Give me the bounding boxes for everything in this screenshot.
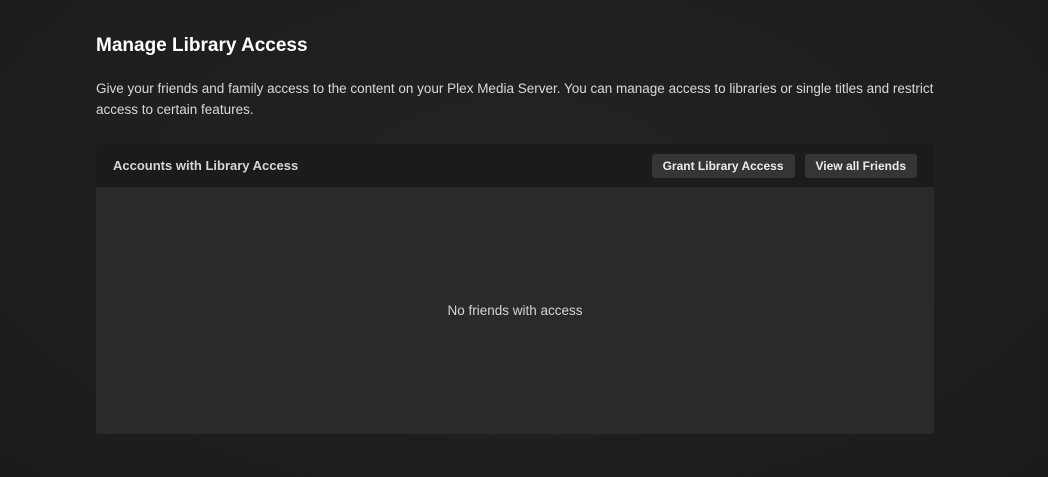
panel-header: Accounts with Library Access Grant Libra… (96, 144, 934, 187)
page: Manage Library Access Give your friends … (0, 0, 1048, 477)
main-content: Manage Library Access Give your friends … (96, 34, 934, 434)
view-all-friends-button[interactable]: View all Friends (804, 153, 917, 178)
library-access-panel: Accounts with Library Access Grant Libra… (96, 144, 934, 434)
empty-state-message: No friends with access (447, 303, 583, 318)
panel-body: No friends with access (96, 187, 934, 434)
panel-actions: Grant Library Access View all Friends (651, 153, 917, 178)
panel-title: Accounts with Library Access (113, 158, 299, 173)
grant-library-access-button[interactable]: Grant Library Access (651, 153, 795, 178)
page-description: Give your friends and family access to t… (96, 81, 934, 117)
page-title: Manage Library Access (96, 35, 308, 56)
